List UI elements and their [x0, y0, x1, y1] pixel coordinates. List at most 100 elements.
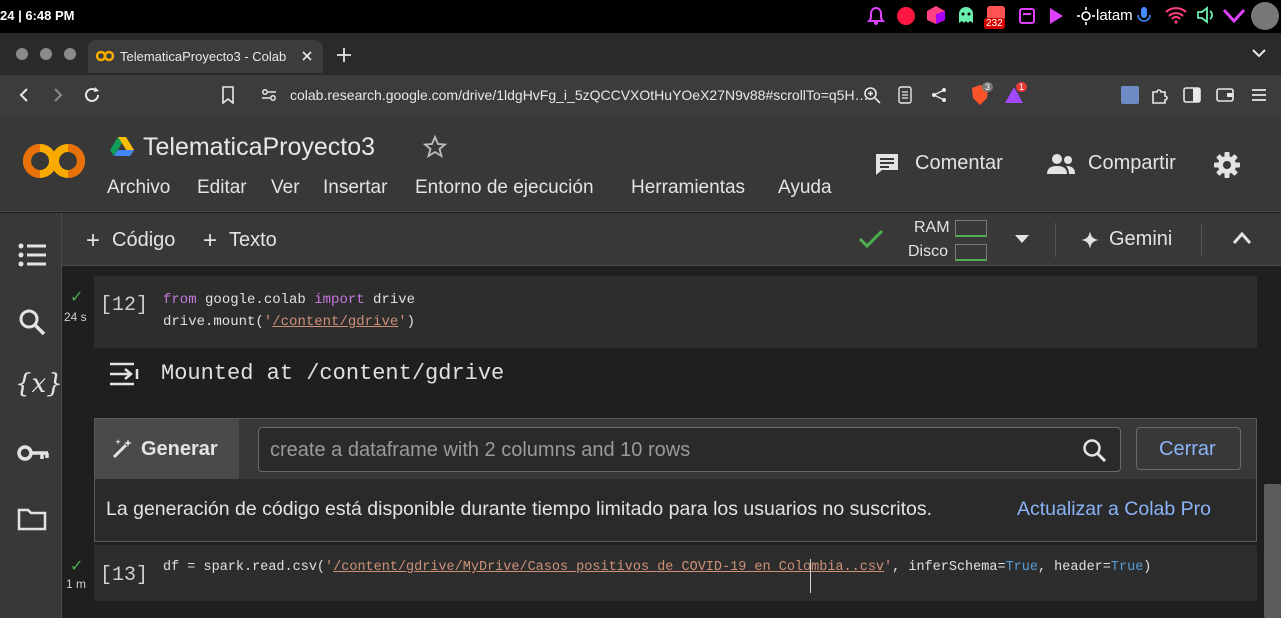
brave-shields-icon[interactable]: 3 [970, 82, 994, 106]
code-text: ) [406, 314, 416, 330]
notebook-toolbar: + Código + Texto RAM Disco Gemini [62, 213, 1281, 266]
run-success-check-icon: ✓ [70, 289, 84, 306]
close-generate-button[interactable]: Cerrar [1136, 427, 1241, 470]
run-success-check-icon: ✓ [70, 558, 84, 575]
keyword: from [163, 292, 197, 308]
close-tab-icon[interactable] [301, 50, 313, 62]
keyboard-layout[interactable]: latam [1096, 7, 1133, 24]
url-field[interactable]: colab.research.google.com/drive/1ldgHvFg… [290, 87, 869, 103]
ram-meter [955, 220, 987, 237]
folder-icon[interactable] [17, 507, 47, 531]
code-text: df = spark.read.csv( [163, 560, 326, 575]
people-icon [1046, 153, 1076, 175]
prompt-placeholder: create a dataframe with 2 columns and 10… [270, 439, 691, 461]
code-text: , inferSchema= [892, 560, 1006, 575]
sidebar-toggle-icon[interactable] [1183, 87, 1201, 103]
output-actions-icon[interactable] [109, 361, 143, 387]
add-text-button[interactable]: + Texto [203, 227, 293, 254]
code-line[interactable]: df = spark.read.csv('/content/gdrive/MyD… [163, 560, 1151, 575]
scrollbar-thumb[interactable] [1264, 484, 1281, 618]
run-duration: 24 s [64, 310, 87, 324]
menu-ayuda[interactable]: Ayuda [778, 177, 832, 199]
minimize-window-button[interactable] [40, 48, 52, 60]
colab-favicon-icon [96, 49, 114, 63]
ghost-icon[interactable] [956, 5, 976, 25]
brave-rewards-icon[interactable]: 1 [1004, 82, 1028, 106]
colab-header: TelematicaProyecto3 Archivo Editar Ver I… [0, 116, 1281, 212]
menu-entorno-de-ejecucion[interactable]: Entorno de ejecución [415, 177, 594, 199]
magic-wand-icon [111, 438, 133, 460]
string-literal[interactable]: /content/gdrive/MyDrive/Casos_positivos_… [333, 560, 884, 575]
system-bar: 24 | 6:48 PM 232 latam [0, 0, 1281, 33]
brightness-icon[interactable] [1077, 7, 1095, 25]
search-icon[interactable] [18, 308, 46, 336]
maximize-window-button[interactable] [64, 48, 76, 60]
site-settings-icon[interactable] [261, 87, 277, 103]
search-icon[interactable] [1082, 438, 1106, 462]
colab-logo-icon[interactable] [22, 140, 86, 182]
volume-icon[interactable] [1196, 5, 1216, 25]
bell-icon[interactable] [866, 6, 886, 26]
tab-title: TelematicaProyecto3 - Colab [120, 49, 287, 64]
package-icon[interactable] [926, 5, 946, 25]
calendar-icon[interactable] [1017, 5, 1037, 25]
chevron-down-icon[interactable] [1222, 7, 1246, 25]
menu-herramientas[interactable]: Herramientas [631, 177, 745, 199]
string-quote: ' [884, 560, 893, 575]
menu-editar[interactable]: Editar [197, 177, 247, 199]
back-icon[interactable] [16, 87, 32, 103]
upgrade-link[interactable]: Actualizar a Colab Pro [1017, 498, 1211, 521]
browser-menu-icon[interactable] [1251, 88, 1267, 102]
code-text: ) [1143, 560, 1152, 575]
string-literal[interactable]: /content/gdrive [272, 314, 398, 330]
wallet-icon[interactable] [1216, 87, 1234, 103]
close-window-button[interactable] [16, 48, 28, 60]
avatar[interactable] [1251, 2, 1279, 30]
browser-tab[interactable]: TelematicaProyecto3 - Colab [88, 40, 323, 73]
cell-status: ✓ 24 s [64, 287, 94, 327]
settings-gear-icon[interactable] [1213, 151, 1241, 179]
cell-output: Mounted at /content/gdrive [161, 361, 505, 386]
share-button[interactable]: Compartir [1046, 150, 1186, 178]
bookmark-icon[interactable] [221, 86, 235, 104]
key-icon[interactable] [17, 443, 49, 463]
add-code-label: Código [112, 229, 176, 251]
code-text: drive [364, 292, 416, 308]
reload-icon[interactable] [83, 86, 101, 104]
toolbar-divider [1055, 223, 1056, 257]
collapse-header-icon[interactable] [1232, 231, 1252, 245]
string-quote: ' [263, 314, 273, 330]
comment-button[interactable]: Comentar [874, 150, 1014, 178]
reader-mode-icon[interactable] [898, 86, 912, 104]
extension-icon[interactable] [1121, 86, 1139, 104]
zoom-icon[interactable] [863, 86, 881, 104]
notebook-title[interactable]: TelematicaProyecto3 [143, 133, 375, 162]
gemini-button[interactable]: Gemini [1081, 226, 1201, 254]
prompt-input[interactable]: create a dataframe with 2 columns and 10… [258, 427, 1121, 472]
menu-ver[interactable]: Ver [271, 177, 300, 199]
updates-icon[interactable]: 232 [984, 4, 1008, 29]
string-quote: ' [325, 560, 334, 575]
code-cell[interactable]: [13] df = spark.read.csv('/content/gdriv… [94, 545, 1257, 601]
microphone-icon[interactable] [1137, 6, 1151, 26]
tab-list-chevron-icon[interactable] [1251, 47, 1267, 59]
menu-archivo[interactable]: Archivo [107, 177, 170, 199]
add-code-button[interactable]: + Código [86, 227, 186, 254]
new-tab-button[interactable] [335, 46, 353, 64]
runtime-dropdown-icon[interactable] [1014, 233, 1030, 245]
record-icon[interactable] [897, 7, 915, 25]
menu-insertar[interactable]: Insertar [323, 177, 387, 199]
variables-icon[interactable]: {𝑥} [15, 369, 63, 401]
google-drive-icon[interactable] [110, 136, 134, 157]
extensions-puzzle-icon[interactable] [1151, 86, 1169, 104]
forward-icon[interactable] [50, 87, 66, 103]
table-of-contents-icon[interactable] [18, 243, 46, 267]
shields-badge: 3 [982, 82, 994, 92]
ram-label: RAM [914, 219, 950, 236]
generate-button[interactable]: Generar [95, 419, 239, 479]
share-icon[interactable] [931, 87, 947, 103]
code-cell[interactable]: [12] from google.colab import drive driv… [94, 276, 1257, 348]
wifi-icon[interactable] [1165, 6, 1187, 24]
star-icon[interactable] [423, 135, 447, 159]
play-icon[interactable] [1048, 7, 1064, 25]
